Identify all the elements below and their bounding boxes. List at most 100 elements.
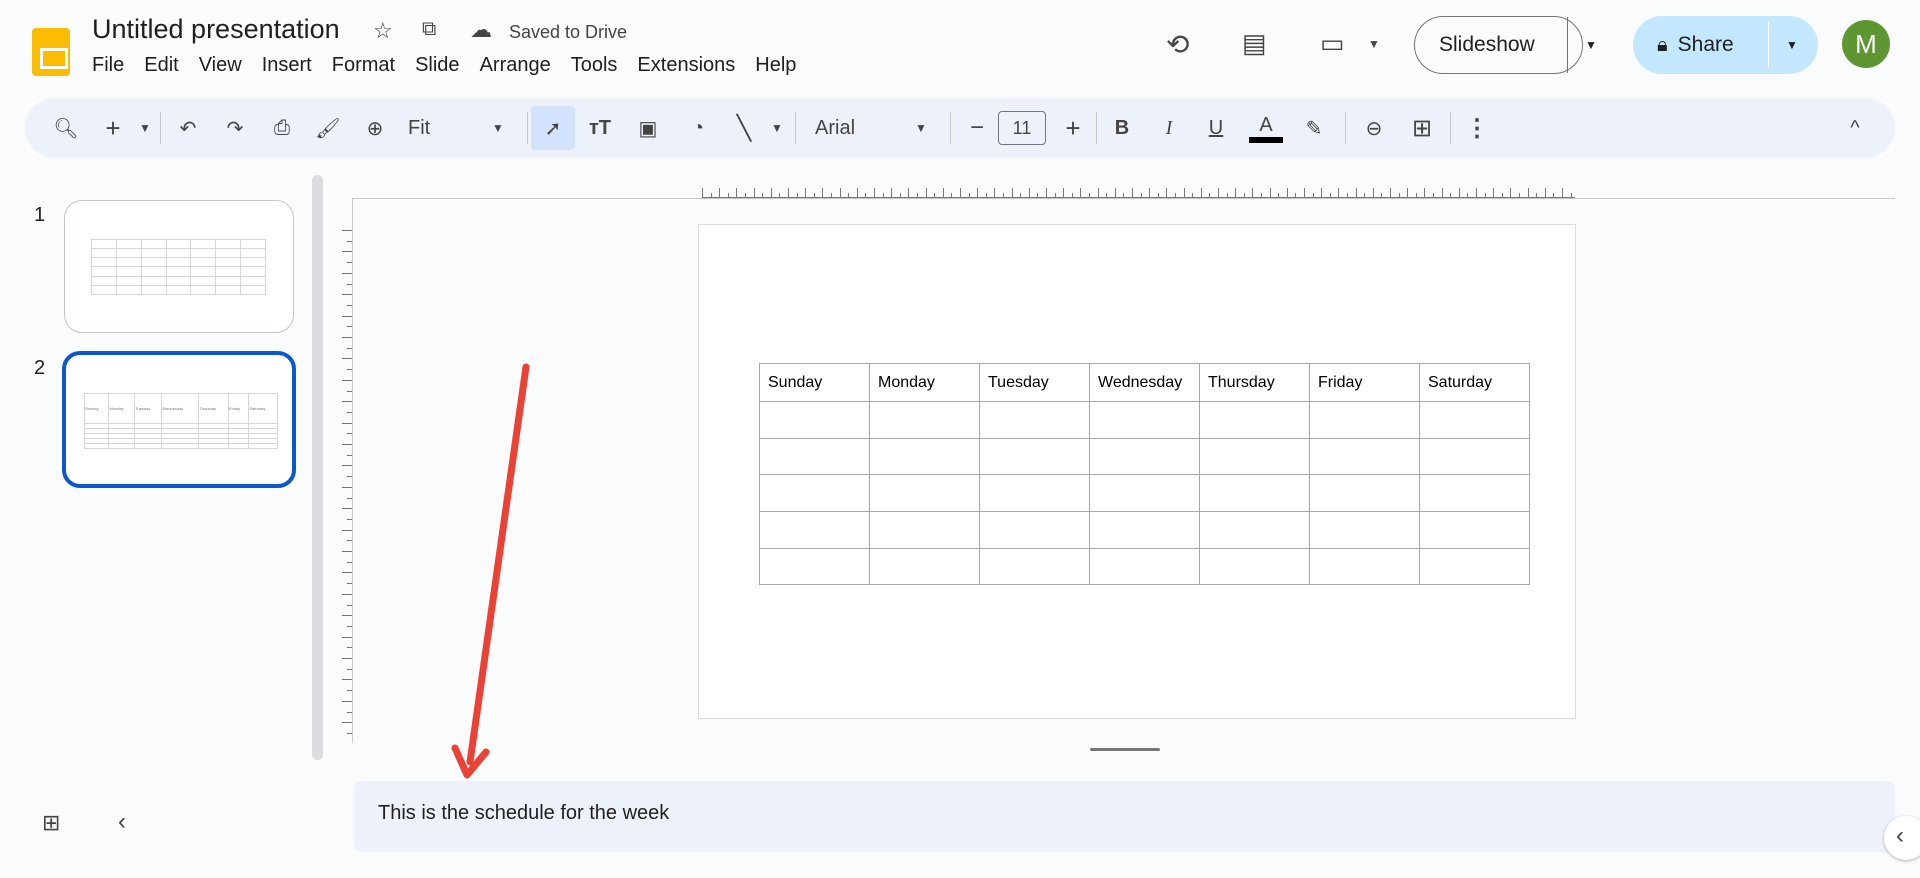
table-cell[interactable]	[1089, 401, 1200, 439]
table-cell[interactable]	[1419, 437, 1530, 476]
redo-icon[interactable]: ↷	[222, 98, 248, 158]
menu-tools[interactable]: Tools	[571, 54, 618, 77]
header-cell[interactable]: Monday	[869, 363, 980, 402]
table-cell[interactable]	[979, 437, 1090, 476]
menu-file[interactable]: File	[92, 54, 124, 77]
slideshow-dropdown-icon[interactable]: ▼	[1585, 38, 1597, 52]
header-cell[interactable]: Tuesday	[979, 363, 1090, 402]
table-cell[interactable]	[979, 474, 1090, 513]
table-cell[interactable]	[1199, 511, 1310, 549]
font-dropdown-icon[interactable]: ▼	[913, 98, 929, 158]
table-cell[interactable]	[1419, 547, 1530, 586]
table-cell[interactable]	[1419, 511, 1530, 549]
table-cell[interactable]	[759, 437, 870, 476]
line-icon[interactable]: ╲	[731, 98, 757, 158]
table-cell[interactable]	[1199, 437, 1310, 476]
table-cell[interactable]	[1089, 437, 1200, 476]
header-cell[interactable]: Sunday	[759, 363, 870, 402]
cloud-saved-icon[interactable]: ☁	[470, 17, 492, 43]
table-cell[interactable]	[1309, 401, 1420, 439]
share-button[interactable]: 🔒︎ Share ▼	[1633, 16, 1818, 74]
slide-thumbnail-2[interactable]: Sunday Monday Tuesday Wednesday Thursday Frid…	[62, 351, 296, 488]
insert-link-icon[interactable]: ⊖	[1360, 98, 1388, 158]
menu-view[interactable]: View	[199, 54, 242, 77]
table-cell[interactable]	[759, 474, 870, 513]
meet-icon[interactable]: ▭	[1320, 28, 1345, 59]
new-slide-icon[interactable]: +	[100, 98, 126, 158]
table-cell[interactable]	[759, 401, 870, 439]
table-cell[interactable]	[1199, 401, 1310, 439]
comments-icon[interactable]: ▤	[1242, 28, 1267, 59]
bold-icon[interactable]: B	[1110, 98, 1134, 158]
filmstrip-scrollbar[interactable]	[312, 175, 323, 760]
insert-image-icon[interactable]: ▣	[635, 98, 661, 158]
meet-dropdown-icon[interactable]: ▼	[1368, 37, 1380, 51]
horizontal-ruler[interactable]	[702, 184, 1575, 198]
font-size-input[interactable]: 11	[998, 111, 1046, 145]
table-cell[interactable]	[1089, 474, 1200, 513]
header-cell[interactable]: Thursday	[1199, 363, 1310, 402]
header-cell[interactable]: Wednesday	[1089, 363, 1200, 402]
text-color-icon[interactable]: A	[1249, 98, 1283, 158]
vertical-ruler[interactable]	[338, 230, 352, 740]
italic-icon[interactable]: I	[1157, 98, 1181, 158]
move-folder-icon[interactable]: ⧉	[422, 18, 436, 41]
menu-help[interactable]: Help	[755, 54, 796, 77]
slide-thumbnail-1[interactable]	[64, 200, 294, 333]
table-cell[interactable]	[869, 401, 980, 439]
table-cell[interactable]	[979, 511, 1090, 549]
slide-canvas[interactable]: Sunday Monday Tuesday Wednesday Thursday Frid…	[698, 224, 1576, 719]
header-cell[interactable]: Saturday	[1419, 363, 1530, 402]
collapse-filmstrip-icon[interactable]: ‹	[118, 808, 126, 836]
table-cell[interactable]	[1089, 547, 1200, 586]
table-cell[interactable]	[1419, 401, 1530, 439]
zoom-select[interactable]: Fit	[408, 98, 448, 158]
table-cell[interactable]	[869, 437, 980, 476]
underline-icon[interactable]: U	[1204, 98, 1228, 158]
decrease-font-size-icon[interactable]: −	[965, 98, 989, 158]
menu-extensions[interactable]: Extensions	[637, 54, 735, 77]
table-cell[interactable]	[1309, 474, 1420, 513]
table-cell[interactable]	[869, 547, 980, 586]
table-cell[interactable]	[979, 547, 1090, 586]
slides-logo[interactable]	[32, 28, 70, 76]
undo-icon[interactable]: ↶	[175, 98, 201, 158]
menu-insert[interactable]: Insert	[262, 54, 312, 77]
notes-resize-handle[interactable]	[1090, 748, 1160, 751]
table-cell[interactable]	[1309, 511, 1420, 549]
header-cell[interactable]: Friday	[1309, 363, 1420, 402]
table-cell[interactable]	[1199, 547, 1310, 586]
table-cell[interactable]	[759, 547, 870, 586]
more-options-icon[interactable]: ⋮	[1465, 98, 1489, 158]
avatar[interactable]: M	[1842, 20, 1890, 68]
speaker-notes[interactable]: This is the schedule for the week	[354, 781, 1895, 852]
text-box-icon[interactable]: ᴛT	[585, 98, 615, 158]
table-cell[interactable]	[869, 511, 980, 549]
table-cell[interactable]	[1419, 474, 1530, 513]
menu-slide[interactable]: Slide	[415, 54, 459, 77]
zoom-icon[interactable]: ⊕	[362, 98, 388, 158]
select-tool-icon[interactable]: ➚	[531, 106, 575, 150]
table-cell[interactable]	[1199, 474, 1310, 513]
add-comment-icon[interactable]: ⊞	[1408, 98, 1436, 158]
paint-format-icon[interactable]: 🖌︎	[315, 98, 341, 158]
new-slide-dropdown-icon[interactable]: ▼	[137, 98, 153, 158]
menu-format[interactable]: Format	[332, 54, 395, 77]
menu-edit[interactable]: Edit	[144, 54, 178, 77]
shape-icon[interactable]: ◔	[685, 98, 711, 158]
table-cell[interactable]	[1309, 547, 1420, 586]
menu-arrange[interactable]: Arrange	[480, 54, 551, 77]
star-icon[interactable]: ☆	[373, 18, 393, 44]
version-history-icon[interactable]: ⟲	[1166, 28, 1189, 61]
table-cell[interactable]	[869, 474, 980, 513]
line-dropdown-icon[interactable]: ▼	[769, 98, 785, 158]
increase-font-size-icon[interactable]: +	[1061, 98, 1085, 158]
side-panel-toggle-icon[interactable]: ‹	[1884, 816, 1920, 860]
table-cell[interactable]	[1309, 437, 1420, 476]
slideshow-button[interactable]: Slideshow ▼	[1414, 16, 1597, 74]
collapse-toolbar-icon[interactable]: ^	[1845, 98, 1865, 158]
share-dropdown-icon[interactable]: ▼	[1786, 38, 1798, 52]
document-title[interactable]: Untitled presentation	[92, 14, 340, 45]
schedule-table[interactable]: Sunday Monday Tuesday Wednesday Thursday Frid…	[759, 363, 1530, 586]
zoom-dropdown-icon[interactable]: ▼	[490, 98, 506, 158]
